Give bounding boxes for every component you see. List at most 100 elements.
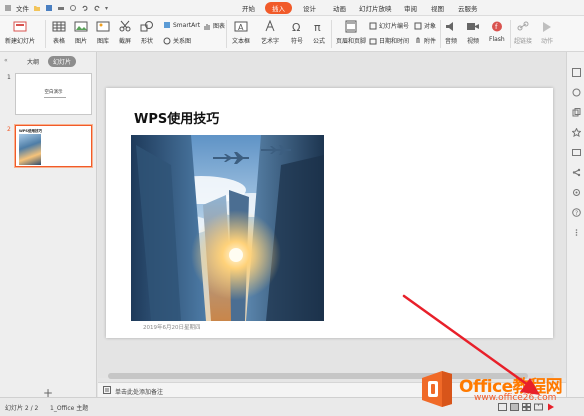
more-icon[interactable]: ▾ bbox=[105, 5, 108, 12]
tab-review[interactable]: 审阅 bbox=[404, 3, 417, 13]
slide-canvas: WPS使用技巧 2019年6月20日星期四 bbox=[98, 52, 566, 378]
screenshot-button[interactable]: 截屏 bbox=[118, 20, 132, 45]
formula-button[interactable]: π 公式 bbox=[312, 20, 326, 45]
skyscraper-photo[interactable] bbox=[131, 135, 324, 321]
slide-thumbnail-2[interactable]: WPS使用技巧 bbox=[14, 124, 93, 168]
omega-icon: Ω bbox=[292, 21, 300, 33]
flash-button[interactable]: f Flash bbox=[489, 20, 505, 43]
menu-bar: 文件 ▾ 开始 插入 设计 动画 幻灯片放映 审阅 视图 云服务 bbox=[0, 0, 584, 16]
help-icon[interactable]: ? bbox=[572, 208, 581, 217]
thumb-title: 空白演示 bbox=[44, 90, 63, 95]
slide-title[interactable]: WPS使用技巧 bbox=[134, 108, 219, 127]
more-icon[interactable] bbox=[572, 228, 581, 237]
scissors-icon bbox=[119, 20, 131, 32]
normal-view-icon[interactable] bbox=[510, 403, 519, 411]
tab-view[interactable]: 视图 bbox=[431, 3, 444, 13]
wordart-button[interactable]: 艺术字 bbox=[261, 20, 279, 45]
new-slide-button[interactable]: 新建幻灯片 bbox=[5, 20, 35, 45]
shape-button[interactable]: 形状 bbox=[140, 20, 154, 45]
redo-icon[interactable] bbox=[93, 4, 101, 12]
slide-counter: 幻灯片 2 / 2 bbox=[5, 405, 39, 412]
speaker-icon bbox=[446, 22, 453, 31]
print-icon[interactable] bbox=[57, 4, 65, 12]
tab-slides[interactable]: 幻灯片 bbox=[48, 56, 77, 67]
menu-icon[interactable] bbox=[4, 4, 12, 12]
link-icon bbox=[517, 21, 529, 31]
table-button[interactable]: 表格 bbox=[52, 20, 66, 45]
symbol-button[interactable]: Ω 符号 bbox=[290, 20, 304, 45]
tab-cloud[interactable]: 云服务 bbox=[458, 3, 478, 13]
action-button[interactable]: 动作 bbox=[540, 20, 554, 45]
notes-placeholder[interactable]: 单击此处添加备注 bbox=[115, 387, 163, 396]
slide-panel: « 大纲 幻灯片 1 空白演示 2 WPS使用技巧 + bbox=[0, 52, 97, 400]
shape-icon bbox=[140, 21, 153, 32]
tab-home[interactable]: 开始 bbox=[242, 3, 255, 13]
divider bbox=[510, 20, 511, 48]
save-icon[interactable] bbox=[45, 4, 53, 12]
slide[interactable]: WPS使用技巧 2019年6月20日星期四 bbox=[106, 88, 553, 338]
slide-thumbnail-1[interactable]: 空白演示 bbox=[15, 73, 92, 115]
video-button[interactable]: 视频 bbox=[466, 20, 480, 45]
collapse-icon[interactable]: « bbox=[4, 57, 8, 64]
object-button[interactable]: 对象 bbox=[414, 21, 436, 30]
gallery-button[interactable]: 图库 bbox=[96, 20, 110, 45]
wordart-icon bbox=[265, 20, 275, 32]
notes-view-icon[interactable] bbox=[498, 403, 507, 411]
file-menu[interactable]: 文件 bbox=[16, 3, 29, 13]
slide-number-button[interactable]: 幻灯片编号 bbox=[369, 21, 409, 30]
right-sidebar: ? bbox=[566, 52, 584, 397]
divider bbox=[331, 20, 332, 48]
relation-button[interactable]: 关系图 bbox=[163, 36, 191, 45]
star-icon[interactable] bbox=[572, 128, 581, 137]
copy-icon[interactable] bbox=[572, 108, 581, 117]
share-icon[interactable] bbox=[572, 168, 581, 177]
thumb-image bbox=[19, 134, 41, 165]
sorter-view-icon[interactable] bbox=[522, 403, 531, 411]
action-icon bbox=[543, 22, 551, 32]
divider bbox=[440, 20, 441, 48]
textbox-button[interactable]: A 文本框 bbox=[232, 20, 250, 45]
tab-outline[interactable]: 大纲 bbox=[22, 56, 44, 67]
tab-design[interactable]: 设计 bbox=[303, 3, 316, 13]
textbox-icon: A bbox=[234, 21, 248, 32]
picture-button[interactable]: 图片 bbox=[74, 20, 88, 45]
gallery-icon bbox=[96, 21, 110, 32]
slideshow-play-icon[interactable] bbox=[546, 403, 555, 411]
thumb-number: 2 bbox=[7, 126, 11, 133]
hyperlink-button[interactable]: 超链接 bbox=[514, 20, 532, 45]
tab-insert[interactable]: 插入 bbox=[265, 2, 292, 14]
svg-text:?: ? bbox=[575, 210, 578, 217]
tab-animation[interactable]: 动画 bbox=[333, 3, 346, 13]
chart-icon bbox=[204, 23, 210, 29]
chart-button[interactable]: 图表 bbox=[203, 21, 225, 30]
theme-name: 1_Office 主题 bbox=[50, 405, 89, 412]
reading-view-icon[interactable] bbox=[534, 403, 543, 411]
transition-icon[interactable] bbox=[572, 148, 581, 157]
new-slide-icon bbox=[13, 21, 27, 32]
smartart-icon bbox=[164, 22, 170, 28]
thumb-number: 1 bbox=[7, 74, 11, 81]
preview-icon[interactable] bbox=[69, 4, 77, 12]
flash-icon: f bbox=[491, 21, 502, 32]
open-icon[interactable] bbox=[33, 4, 41, 12]
tab-slideshow[interactable]: 幻灯片放映 bbox=[359, 3, 392, 13]
header-footer-button[interactable]: 页眉和页脚 bbox=[336, 20, 366, 45]
settings-icon[interactable] bbox=[572, 188, 581, 197]
header-footer-icon bbox=[345, 20, 357, 33]
shape-icon[interactable] bbox=[572, 88, 581, 97]
properties-icon[interactable] bbox=[572, 68, 581, 77]
pi-icon: π bbox=[314, 21, 321, 33]
slide-number-icon bbox=[369, 22, 377, 29]
slide-date-caption: 2019年6月20日星期四 bbox=[143, 325, 201, 331]
divider bbox=[226, 20, 227, 48]
audio-button[interactable]: 音频 bbox=[444, 20, 458, 45]
watermark-url: www.office26.com bbox=[474, 393, 557, 403]
picture-icon bbox=[74, 21, 88, 32]
divider bbox=[45, 20, 46, 48]
thumb-subtitle-line bbox=[44, 97, 66, 98]
attachment-button[interactable]: 附件 bbox=[414, 36, 436, 45]
notes-icon bbox=[103, 386, 111, 394]
date-time-button[interactable]: 日期和时间 bbox=[369, 36, 409, 45]
smartart-button[interactable]: SmartArt bbox=[163, 21, 200, 29]
undo-icon[interactable] bbox=[81, 4, 89, 12]
